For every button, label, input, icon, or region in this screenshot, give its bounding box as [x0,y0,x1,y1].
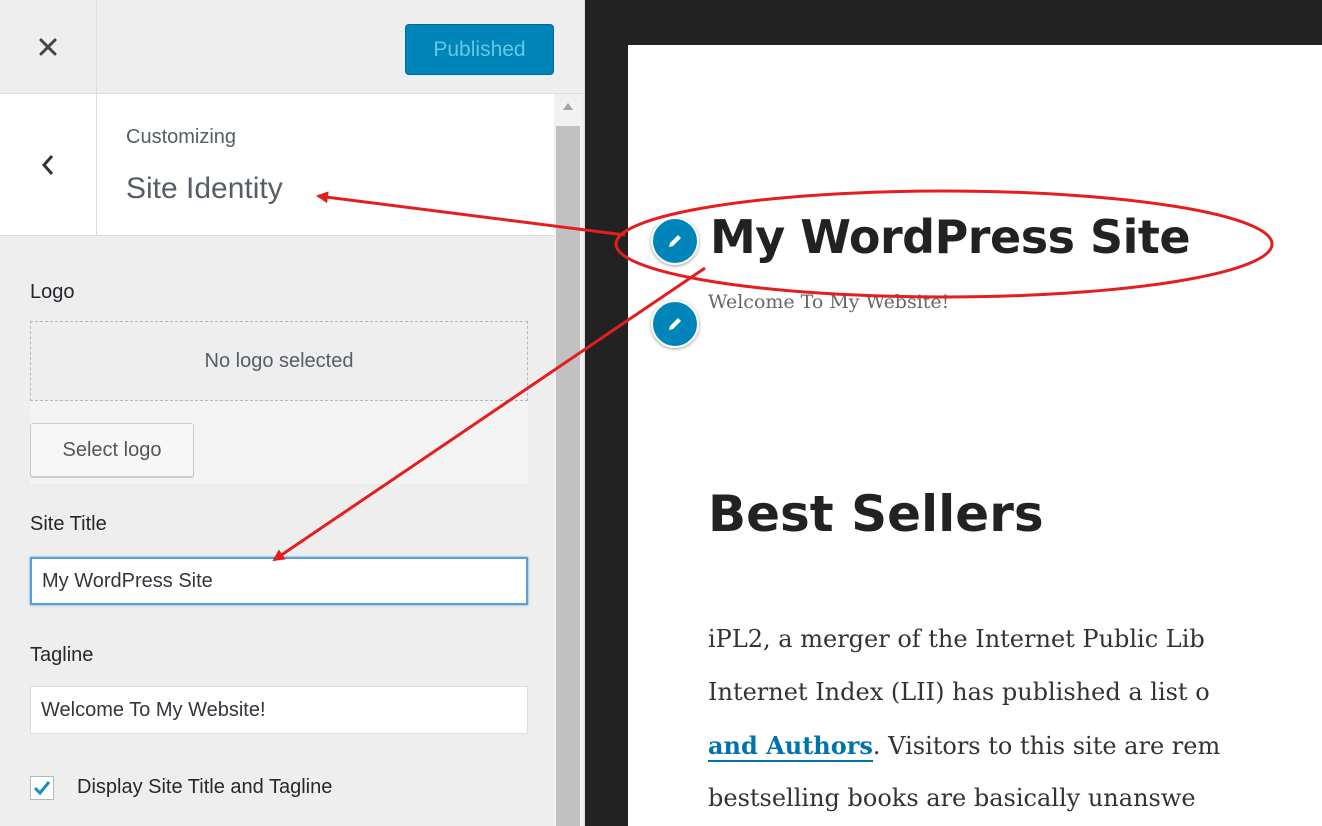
logo-label: Logo [30,281,75,303]
tagline-input[interactable] [30,686,528,734]
checkmark-icon [33,781,51,796]
site-preview: My WordPress Site Welcome To My Website!… [628,45,1322,826]
tagline-label: Tagline [30,644,94,666]
logo-placeholder: No logo selected [30,321,528,401]
chevron-left-icon [41,154,54,175]
scroll-up-arrow[interactable] [563,103,573,110]
post-line-3: and Authors. Visitors to this site are r… [708,731,1221,762]
select-logo-button[interactable]: Select logo [30,423,194,477]
scrollbar-thumb[interactable] [556,126,580,826]
post-line-4: bestselling books are basically unanswe [708,784,1196,812]
publish-button[interactable]: Published [405,24,554,75]
site-title-edit-shortcut[interactable] [651,217,699,265]
preview-tagline[interactable]: Welcome To My Website! [708,291,949,313]
pencil-icon [669,318,681,330]
post-link[interactable]: and Authors [708,731,873,762]
site-title-label: Site Title [30,513,107,535]
display-title-tagline-label: Display Site Title and Tagline [77,776,333,798]
section-header: Customizing Site Identity [0,94,554,236]
pencil-icon [669,235,681,247]
post-line-1: iPL2, a merger of the Internet Public Li… [708,625,1205,653]
display-title-tagline-checkbox[interactable] [30,776,54,800]
section-title: Site Identity [126,172,283,205]
customizer-sidebar: Published Customizing Site Identity Logo… [0,0,585,826]
post-heading: Best Sellers [708,485,1044,543]
breadcrumb: Customizing [126,126,237,148]
back-button[interactable] [0,94,97,235]
preview-site-title[interactable]: My WordPress Site [710,210,1191,264]
sidebar-scrollbar[interactable] [554,94,582,826]
customizer-header: Published [0,0,584,94]
post-line-2: Internet Index (LII) has published a lis… [708,678,1210,706]
tagline-edit-shortcut[interactable] [651,300,699,348]
close-customizer-button[interactable] [0,0,97,93]
close-icon [39,38,57,55]
post-line-3-rest: . Visitors to this site are rem [872,732,1221,760]
site-title-input[interactable] [30,557,528,605]
